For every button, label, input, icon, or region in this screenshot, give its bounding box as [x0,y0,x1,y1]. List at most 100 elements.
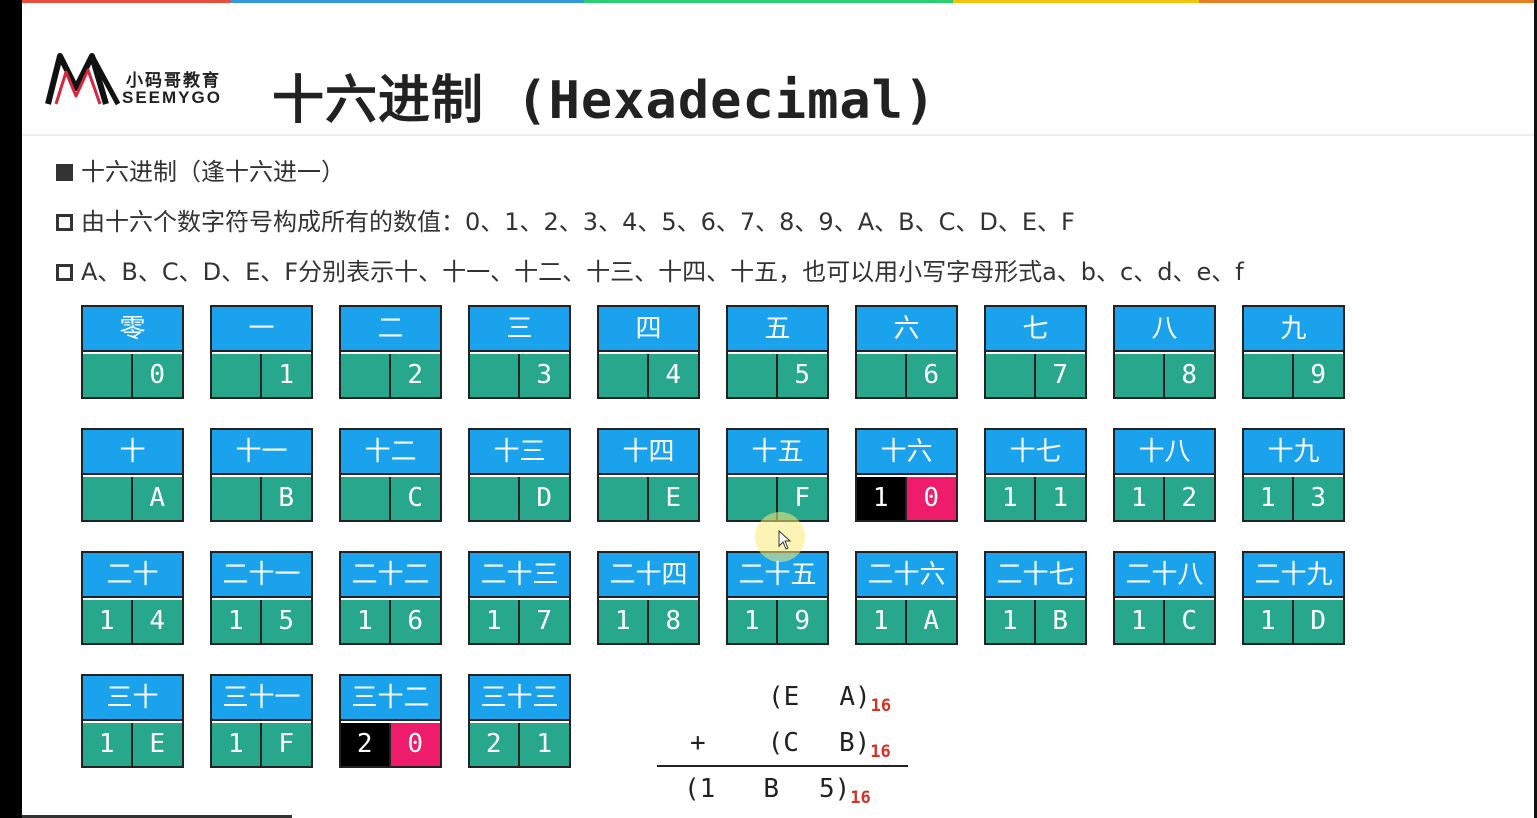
chinese-numeral: 十二 [341,430,440,475]
hex-digit-low: C [1164,600,1214,643]
sum-line [657,765,908,767]
plus-sign: + [690,728,706,758]
hex-digit-high: 1 [857,600,907,643]
chinese-numeral: 三 [470,307,569,352]
hex-digit-high [212,477,262,520]
result-digit-1: (1 [684,774,716,804]
chinese-numeral: 三十 [83,676,182,721]
hex-digit-low: B [1035,600,1085,643]
chinese-numeral: 十四 [599,430,698,475]
number-cell: 十九 1 3 [1242,428,1345,522]
hex-digit-high: 1 [986,600,1036,643]
chinese-numeral: 三十二 [341,676,440,721]
chinese-numeral: 七 [986,307,1085,352]
hex-digit-low: A [132,477,182,520]
chinese-numeral: 十六 [857,430,956,475]
hex-digit-high [599,477,649,520]
addend-1-base: 16 [870,696,892,716]
chinese-numeral: 十七 [986,430,1085,475]
seemygo-logo: 小码哥教育 SEEMYGO [44,48,244,110]
chinese-numeral: 十九 [1244,430,1343,475]
hex-digit-low: 9 [1293,354,1343,397]
chinese-numeral: 六 [857,307,956,352]
number-cell: 十六 1 0 [855,428,958,522]
number-cell: 二2 [339,305,442,399]
number-cell: 二十一 1 5 [210,551,313,645]
hex-digit-high [599,354,649,397]
hex-digit-high: 1 [728,600,778,643]
hex-digit-high [986,354,1036,397]
number-cell: 二十九 1 D [1242,551,1345,645]
hex-digit-high: 1 [1244,477,1294,520]
left-window-edge [0,0,22,818]
number-cell: 四4 [597,305,700,399]
hex-digit-high [857,354,907,397]
number-cell: 十三 D [468,428,571,522]
number-cell: 三3 [468,305,571,399]
hex-digit-high: 1 [599,600,649,643]
addition-result: (1 B 5)16 [684,774,871,808]
hex-digit-low: 0 [132,354,182,397]
hex-digit-low: 0 [390,723,440,766]
chinese-numeral: 十 [83,430,182,475]
hex-digit-high: 1 [857,477,907,520]
hex-digit-low: F [261,723,311,766]
bullet-1: 十六进制（逢十六进一） [56,152,345,187]
number-cell: 七7 [984,305,1087,399]
hex-digit-high [212,354,262,397]
hex-digit-low: 1 [1035,477,1085,520]
hex-digit-high [341,477,391,520]
hex-digit-low: 3 [1293,477,1343,520]
hex-digit-low: 3 [519,354,569,397]
number-cell: 二十 1 4 [81,551,184,645]
chinese-numeral: 零 [83,307,182,352]
hex-digit-low: 2 [1164,477,1214,520]
hex-digit-low: 4 [132,600,182,643]
hex-digit-high: 1 [83,723,133,766]
number-cell: 十一 B [210,428,313,522]
chinese-numeral: 二十 [83,553,182,598]
hex-digit-high [83,477,133,520]
hex-digit-low: B [261,477,311,520]
number-cell: 十五 F [726,428,829,522]
hex-digit-low: 7 [1035,354,1085,397]
hex-digit-high: 1 [1244,600,1294,643]
hex-digit-low: D [519,477,569,520]
hex-digit-high: 1 [986,477,1036,520]
chinese-numeral: 八 [1115,307,1214,352]
hex-digit-high: 1 [1115,477,1165,520]
hex-digit-low: 5 [777,354,827,397]
result-digit-2: B [763,774,779,804]
hollow-square-bullet-icon [56,214,73,231]
chinese-numeral: 十三 [470,430,569,475]
number-cell: 十A [81,428,184,522]
number-cell: 十七 1 1 [984,428,1087,522]
chinese-numeral: 十五 [728,430,827,475]
hex-digit-low: E [132,723,182,766]
number-cell: 二十四 1 8 [597,551,700,645]
number-cell: 十二 C [339,428,442,522]
hex-digit-high: 1 [212,600,262,643]
logo-m-icon [45,53,121,106]
addend-2-digit-1: (C [767,728,799,758]
addend-2-base: 16 [870,742,891,762]
hex-digit-low: 4 [648,354,698,397]
hex-digit-low: 8 [1164,354,1214,397]
bullet-3-text: A、B、C、D、E、F分别表示十、十一、十二、十三、十四、十五，也可以用小写字母… [81,258,1244,286]
hex-digit-low: 9 [777,600,827,643]
addend-2-digit-2: B) [838,728,871,758]
number-cell: 三十三 2 1 [468,674,571,768]
hex-digit-high [470,354,520,397]
chinese-numeral: 二十二 [341,553,440,598]
hex-digit-high [1244,354,1294,397]
number-cell: 五5 [726,305,829,399]
bullet-2-text: 由十六个数字符号构成所有的数值：0、1、2、3、4、5、6、7、8、9、A、B、… [81,208,1075,236]
chinese-numeral: 四 [599,307,698,352]
hex-digit-high: 2 [341,723,391,766]
hex-digit-high: 1 [83,600,133,643]
result-digit-3: 5) [818,774,851,804]
hex-digit-low: 8 [648,600,698,643]
chinese-numeral: 一 [212,307,311,352]
filled-square-bullet-icon [56,164,73,181]
chinese-numeral: 五 [728,307,827,352]
